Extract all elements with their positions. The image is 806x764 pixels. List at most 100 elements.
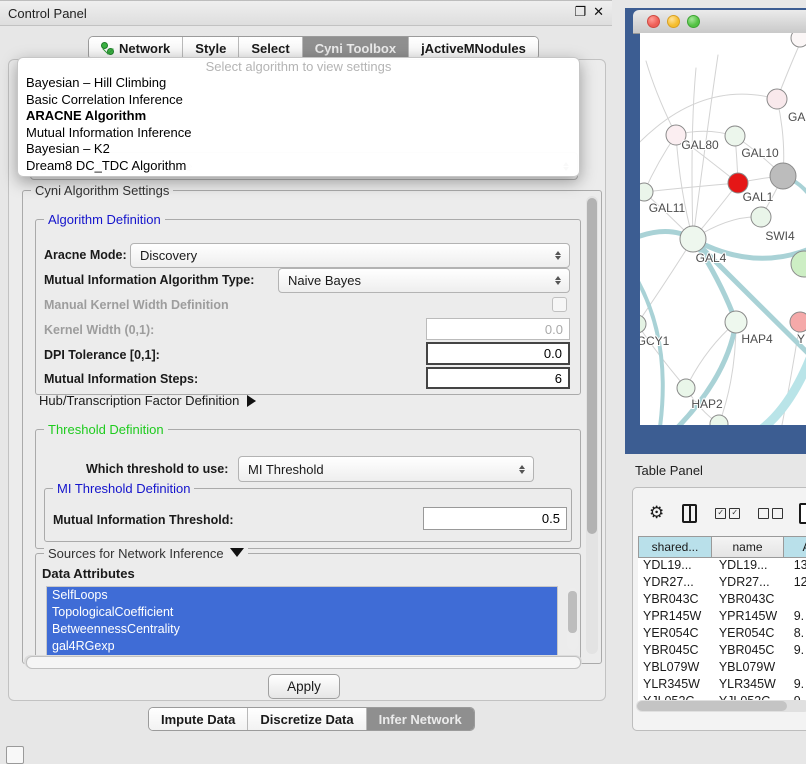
network-canvas[interactable]: GALGAL80GAL10GAL1GAL11SWI4GAL4GCY1HAP4YH…	[640, 33, 806, 425]
network-node[interactable]	[790, 312, 806, 332]
table-row[interactable]: YER054CYER054C8.	[638, 626, 806, 643]
scrollbar-thumb[interactable]	[26, 656, 581, 669]
network-node[interactable]	[767, 89, 787, 109]
data-attributes-label: Data Attributes	[42, 566, 135, 581]
tab-impute-data-label: Impute Data	[161, 712, 235, 727]
network-edge[interactable]	[640, 271, 663, 425]
table-row[interactable]: YBR043CYBR043C	[638, 592, 806, 609]
data-attributes-list[interactable]: SelfLoopsTopologicalCoefficientBetweenne…	[46, 586, 558, 656]
network-edge[interactable]	[644, 183, 738, 192]
tab-select[interactable]: Select	[239, 37, 302, 59]
tab-infer-network[interactable]: Infer Network	[367, 708, 474, 730]
manual-kernel-checkbox[interactable]	[552, 297, 567, 312]
table-row[interactable]: YBL079WYBL079W	[638, 660, 806, 677]
apply-button-label: Apply	[287, 679, 321, 694]
algorithm-option[interactable]: Dream8 DC_TDC Algorithm	[18, 158, 579, 175]
table-toolbar: ⚙ ✓✓	[633, 496, 806, 530]
zoom-traffic-light-icon[interactable]	[687, 15, 700, 28]
settings-title: Cyni Algorithm Settings	[31, 183, 173, 198]
mi-threshold-field[interactable]: 0.5	[423, 507, 567, 530]
scrollbar-thumb[interactable]	[637, 701, 787, 711]
minimized-panel-icon[interactable]	[6, 746, 24, 764]
tab-impute-data[interactable]: Impute Data	[149, 708, 248, 730]
algorithm-option[interactable]: Bayesian – K2	[18, 141, 579, 158]
tab-discretize-data[interactable]: Discretize Data	[248, 708, 366, 730]
attribute-item[interactable]: BetweennessCentrality	[47, 621, 557, 638]
network-node[interactable]	[677, 379, 695, 397]
tab-network[interactable]: Network	[89, 37, 183, 59]
attributes-scrollbar[interactable]	[567, 588, 578, 650]
network-window-titlebar[interactable]	[633, 10, 806, 34]
table-cell: YDL19...	[714, 558, 789, 575]
algorithm-option[interactable]: Bayesian – Hill Climbing	[18, 75, 579, 92]
column-layout-icon[interactable]	[682, 504, 697, 523]
apply-button[interactable]: Apply	[268, 674, 340, 699]
table-panel-title: Table Panel	[635, 463, 703, 478]
dpi-tolerance-field[interactable]: 0.0	[426, 342, 570, 365]
network-node[interactable]	[640, 183, 653, 201]
tab-jactivemnodules[interactable]: jActiveMNodules	[409, 37, 538, 59]
mi-threshold-label: Mutual Information Threshold:	[53, 513, 234, 527]
close-traffic-light-icon[interactable]	[647, 15, 660, 28]
column-header-shared-name[interactable]: shared...	[638, 536, 712, 558]
network-edge[interactable]	[640, 239, 693, 324]
table-row[interactable]: YDR27...YDR27...12	[638, 575, 806, 592]
deselect-all-columns-icon[interactable]	[758, 508, 783, 519]
tab-style[interactable]: Style	[183, 37, 239, 59]
mi-steps-field[interactable]: 6	[426, 367, 570, 389]
close-window-icon[interactable]: ✕	[593, 4, 604, 20]
table-cell: YBR045C	[714, 643, 789, 660]
table-cell	[789, 592, 806, 609]
network-node[interactable]	[725, 126, 745, 146]
kernel-width-field[interactable]: 0.0	[426, 318, 570, 340]
network-node[interactable]	[770, 163, 796, 189]
new-table-icon[interactable]	[799, 503, 806, 524]
table-row[interactable]: YDL19...YDL19...13	[638, 558, 806, 575]
attribute-item[interactable]: SelfLoops	[47, 587, 557, 604]
table-horizontal-scrollbar[interactable]	[636, 700, 806, 712]
dpi-tolerance-label: DPI Tolerance [0,1]:	[44, 348, 160, 362]
settings-vertical-scrollbar[interactable]	[586, 196, 598, 654]
table-cell	[789, 660, 806, 677]
settings-horizontal-scrollbar[interactable]	[24, 655, 582, 668]
network-node[interactable]	[710, 415, 728, 425]
scrollbar-thumb[interactable]	[587, 198, 597, 534]
select-all-columns-icon[interactable]: ✓✓	[715, 508, 740, 519]
aracne-mode-select[interactable]: Discovery	[130, 243, 570, 268]
network-node-label: Y	[797, 332, 805, 346]
aracne-mode-value: Discovery	[131, 248, 551, 263]
minimize-traffic-light-icon[interactable]	[667, 15, 680, 28]
attribute-item[interactable]: gal4RGexp	[47, 638, 557, 655]
table-row[interactable]: YBR045CYBR045C9.	[638, 643, 806, 660]
hub-definition-expander[interactable]: Hub/Transcription Factor Definition	[39, 393, 256, 408]
column-header-a[interactable]: A	[784, 536, 806, 558]
which-threshold-select[interactable]: MI Threshold	[238, 456, 534, 482]
network-node[interactable]	[751, 207, 771, 227]
which-threshold-label: Which threshold to use:	[86, 462, 228, 476]
mi-algorithm-type-select[interactable]: Naive Bayes	[278, 268, 570, 293]
network-node[interactable]	[680, 226, 706, 252]
cyni-algorithm-settings: Cyni Algorithm Settings Algorithm Defini…	[22, 190, 602, 664]
column-header-name[interactable]: name	[712, 536, 784, 558]
aracne-mode-label: Aracne Mode:	[44, 248, 127, 262]
tab-select-label: Select	[251, 41, 289, 56]
collapse-arrow-icon	[230, 548, 244, 557]
algorithm-option[interactable]: Basic Correlation Inference	[18, 92, 579, 109]
float-window-icon[interactable]: ❐	[574, 4, 586, 20]
algorithm-option[interactable]: Mutual Information Inference	[18, 125, 579, 142]
network-node-label: GAL1	[743, 190, 774, 204]
network-node-label: GAL11	[649, 201, 686, 215]
attribute-item[interactable]: TopologicalCoefficient	[47, 604, 557, 621]
algorithm-option[interactable]: ARACNE Algorithm	[18, 108, 579, 125]
scrollbar-thumb[interactable]	[568, 591, 577, 633]
tab-cyni-toolbox[interactable]: Cyni Toolbox	[303, 37, 409, 59]
table-row[interactable]: YLR345WYLR345W9.	[638, 677, 806, 694]
network-node[interactable]	[725, 311, 747, 333]
network-edge[interactable]	[692, 68, 696, 239]
sources-title[interactable]: Sources for Network Inference	[48, 546, 224, 561]
network-node[interactable]	[791, 33, 806, 47]
table-row[interactable]: YPR145WYPR145W9.	[638, 609, 806, 626]
mi-steps-label: Mutual Information Steps:	[44, 372, 198, 386]
network-node[interactable]	[640, 315, 646, 333]
gear-icon[interactable]: ⚙	[649, 503, 664, 523]
